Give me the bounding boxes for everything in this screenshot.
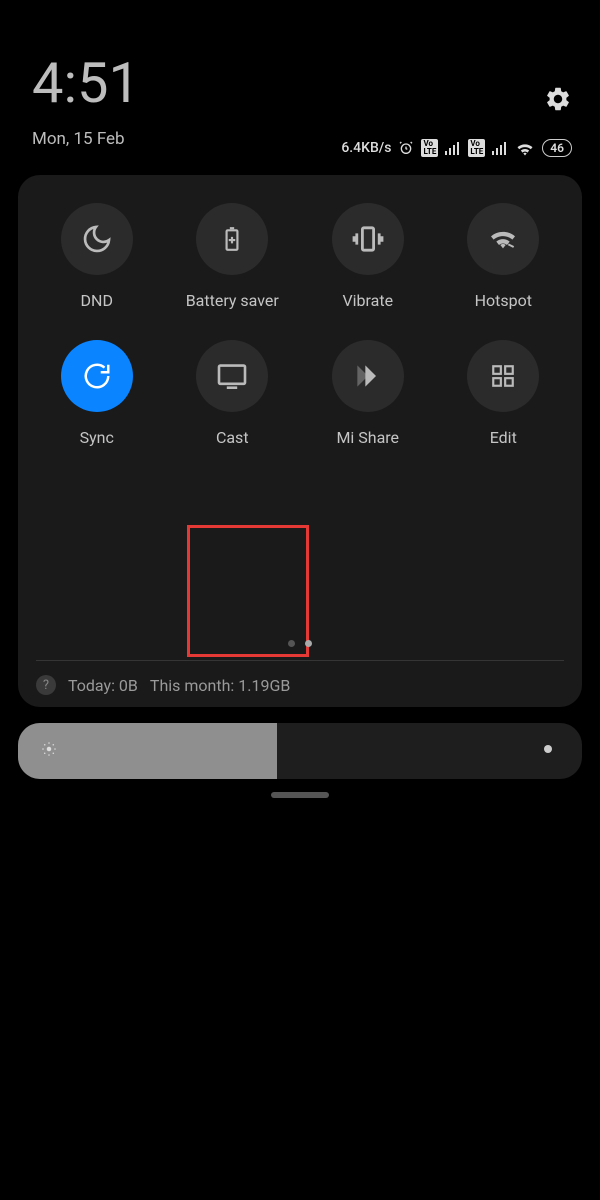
moon-icon	[81, 223, 113, 255]
tile-vibrate[interactable]: Vibrate	[308, 203, 428, 310]
tile-mishare-circle	[332, 340, 404, 412]
clock-time: 4:51	[32, 55, 140, 111]
sync-icon	[82, 361, 112, 391]
tile-sync-circle	[61, 340, 133, 412]
nav-handle[interactable]	[271, 792, 329, 798]
tile-edit[interactable]: Edit	[443, 340, 563, 447]
volte-badge-1: VoLTE	[421, 139, 438, 157]
tile-battery-label: Battery saver	[186, 291, 279, 310]
tile-dnd[interactable]: DND	[37, 203, 157, 310]
volte-badge-2: VoLTE	[468, 139, 485, 157]
tile-vibrate-circle	[332, 203, 404, 275]
signal-icon-2	[492, 141, 508, 155]
tile-cast[interactable]: Cast	[172, 340, 292, 447]
cast-highlight	[187, 525, 309, 657]
tile-edit-circle	[467, 340, 539, 412]
vibrate-icon	[351, 225, 385, 253]
brightness-low-icon	[40, 740, 58, 762]
usage-month: This month: 1.19GB	[150, 676, 290, 695]
tile-sync-label: Sync	[80, 428, 114, 447]
cast-icon	[216, 363, 248, 389]
wifi-icon	[515, 140, 535, 156]
quick-settings-panel: DND Battery saver Vibrate	[18, 175, 582, 707]
tiles-grid: DND Battery saver Vibrate	[34, 203, 566, 447]
tile-hotspot-label: Hotspot	[475, 291, 532, 310]
signal-icon-1	[445, 141, 461, 155]
tile-battery-saver[interactable]: Battery saver	[172, 203, 292, 310]
tile-edit-label: Edit	[490, 428, 517, 447]
tile-cast-circle	[196, 340, 268, 412]
tile-cast-label: Cast	[216, 428, 249, 447]
gear-icon	[544, 85, 572, 113]
grid-icon	[490, 363, 516, 389]
tile-dnd-circle	[61, 203, 133, 275]
settings-button[interactable]	[544, 85, 572, 117]
status-bar: 4:51 Mon, 15 Feb	[0, 0, 600, 149]
usage-today: Today: 0B	[68, 676, 138, 695]
page-indicator[interactable]	[18, 640, 582, 647]
tile-mishare[interactable]: Mi Share	[308, 340, 428, 447]
tile-battery-circle	[196, 203, 268, 275]
battery-level: 46	[542, 139, 572, 157]
tile-hotspot-circle	[467, 203, 539, 275]
status-date: Mon, 15 Feb	[32, 129, 140, 149]
mishare-icon	[352, 362, 384, 390]
time-block: 4:51 Mon, 15 Feb	[32, 55, 140, 149]
tile-dnd-label: DND	[81, 291, 113, 310]
brightness-slider[interactable]	[18, 723, 582, 779]
network-speed: 6.4KB/s	[341, 140, 391, 156]
brightness-high-icon	[536, 737, 560, 765]
battery-plus-icon	[219, 223, 245, 255]
hotspot-icon	[487, 226, 519, 252]
alarm-icon	[398, 140, 414, 156]
page-dot-1	[288, 640, 295, 647]
help-icon: ?	[36, 675, 56, 695]
tile-mishare-label: Mi Share	[336, 428, 399, 447]
page-dot-2	[305, 640, 312, 647]
tile-hotspot[interactable]: Hotspot	[443, 203, 563, 310]
data-usage-row[interactable]: ? Today: 0B This month: 1.19GB	[36, 675, 290, 695]
panel-divider	[36, 660, 564, 661]
tile-sync[interactable]: Sync	[37, 340, 157, 447]
tile-vibrate-label: Vibrate	[342, 291, 393, 310]
